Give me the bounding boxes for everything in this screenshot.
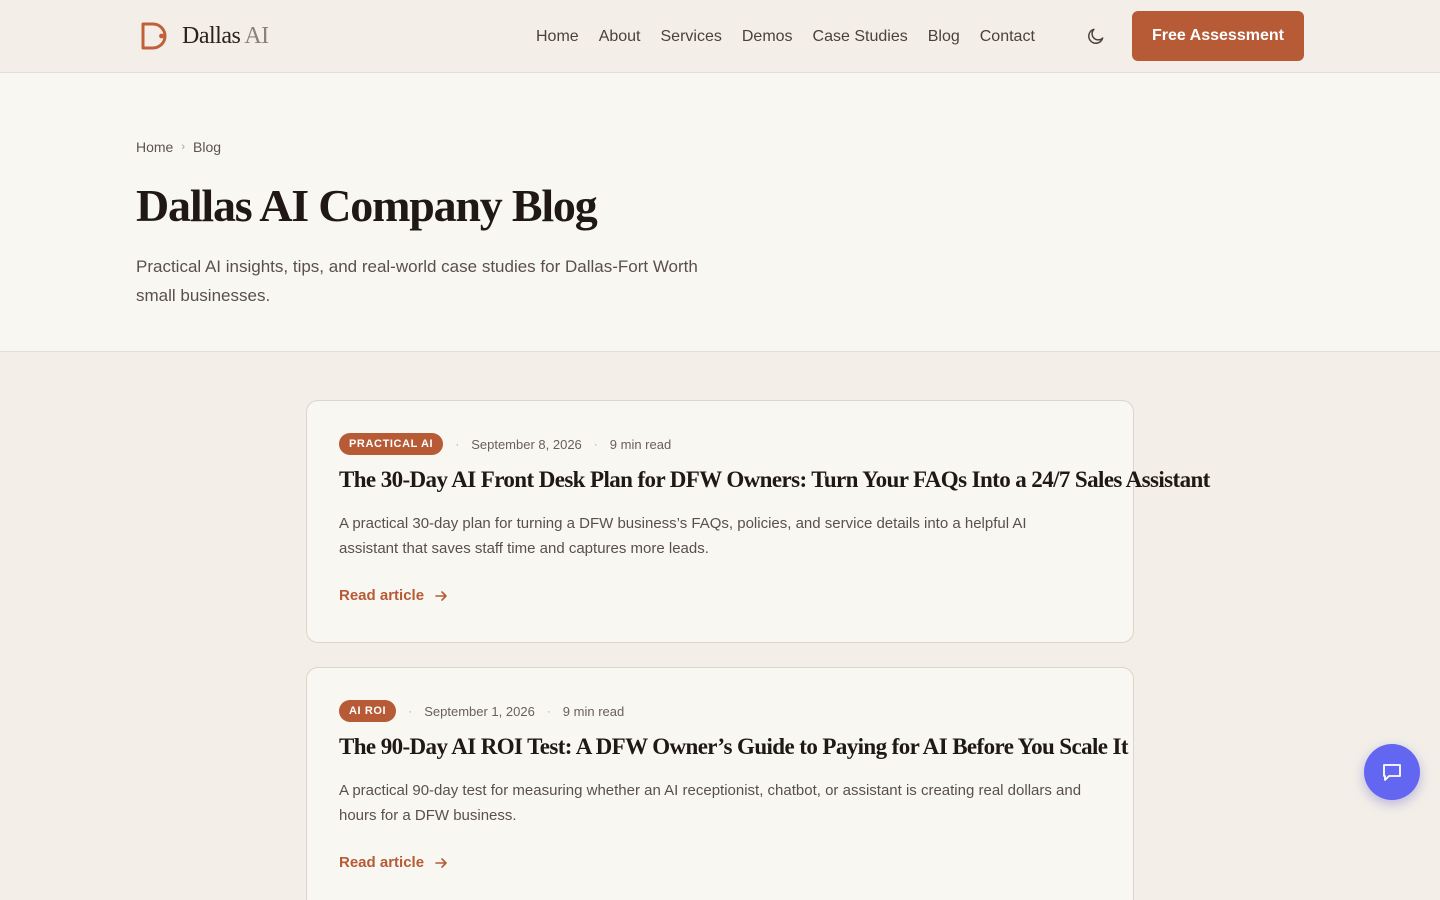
post-excerpt: A practical 30-day plan for turning a DF…	[339, 515, 1027, 557]
breadcrumb-home[interactable]: Home	[136, 139, 173, 155]
free-assessment-button[interactable]: Free Assessment	[1132, 11, 1304, 61]
read-article-label: Read article	[339, 587, 425, 604]
post-excerpt: A practical 90-day test for measuring wh…	[339, 782, 1082, 824]
moon-icon	[1088, 28, 1104, 44]
post-read-time: 9 min read	[562, 703, 625, 719]
blog-hero: Home › Blog Dallas AI Company Blog Pract…	[0, 73, 1440, 352]
meta-separator: ·	[455, 437, 460, 451]
nav-demos[interactable]: Demos	[732, 24, 803, 50]
theme-toggle-button[interactable]	[1084, 24, 1108, 48]
read-article-label: Read article	[339, 854, 425, 871]
post-meta: PRACTICAL AI · September 8, 2026 · 9 min…	[339, 433, 671, 455]
meta-separator: ·	[593, 437, 598, 451]
post-title[interactable]: The 30-Day AI Front Desk Plan for DFW Ow…	[339, 467, 1210, 493]
post-read-time: 9 min read	[609, 436, 672, 452]
breadcrumb: Home › Blog	[136, 139, 221, 155]
arrow-right-icon	[435, 857, 447, 868]
post-meta: AI ROI · September 1, 2026 · 9 min read	[339, 700, 624, 722]
page-subtitle: Practical AI insights, tips, and real-wo…	[136, 257, 698, 305]
post-date: September 8, 2026	[471, 436, 582, 452]
page-title: Dallas AI Company Blog	[136, 180, 598, 231]
arrow-right-icon	[435, 590, 447, 601]
nav-blog[interactable]: Blog	[918, 24, 970, 50]
main-nav: Home About Services Demos Case Studies B…	[526, 24, 1045, 50]
nav-about[interactable]: About	[589, 24, 651, 50]
read-article-link[interactable]: Read article	[339, 854, 448, 871]
meta-separator: ·	[546, 704, 551, 718]
nav-services[interactable]: Services	[651, 24, 732, 50]
post-date: September 1, 2026	[424, 703, 535, 719]
logo[interactable]: Dallas AI	[136, 18, 269, 54]
blog-post-card: AI ROI · September 1, 2026 · 9 min read …	[306, 667, 1134, 900]
blog-post-card: PRACTICAL AI · September 8, 2026 · 9 min…	[306, 400, 1210, 643]
logo-name: Dallas	[182, 22, 241, 49]
read-article-link[interactable]: Read article	[339, 587, 448, 604]
nav-case-studies[interactable]: Case Studies	[803, 24, 918, 50]
post-title[interactable]: The 90-Day AI ROI Test: A DFW Owner’s Gu…	[339, 734, 1129, 760]
site-header: Dallas AI Home About Services Demos Case …	[0, 0, 1440, 73]
logo-suffix: AI	[244, 22, 269, 49]
breadcrumb-blog: Blog	[193, 139, 222, 155]
chat-bubble-icon	[1383, 764, 1401, 781]
category-badge[interactable]: PRACTICAL AI	[339, 433, 444, 455]
chevron-right-icon: ›	[181, 141, 186, 153]
nav-home[interactable]: Home	[526, 24, 589, 50]
meta-separator: ·	[408, 704, 413, 718]
logo-text: Dallas AI	[182, 23, 269, 50]
chat-widget-button[interactable]	[1364, 744, 1420, 800]
nav-contact[interactable]: Contact	[970, 24, 1045, 50]
category-badge[interactable]: AI ROI	[339, 700, 397, 722]
logo-icon	[141, 22, 167, 50]
